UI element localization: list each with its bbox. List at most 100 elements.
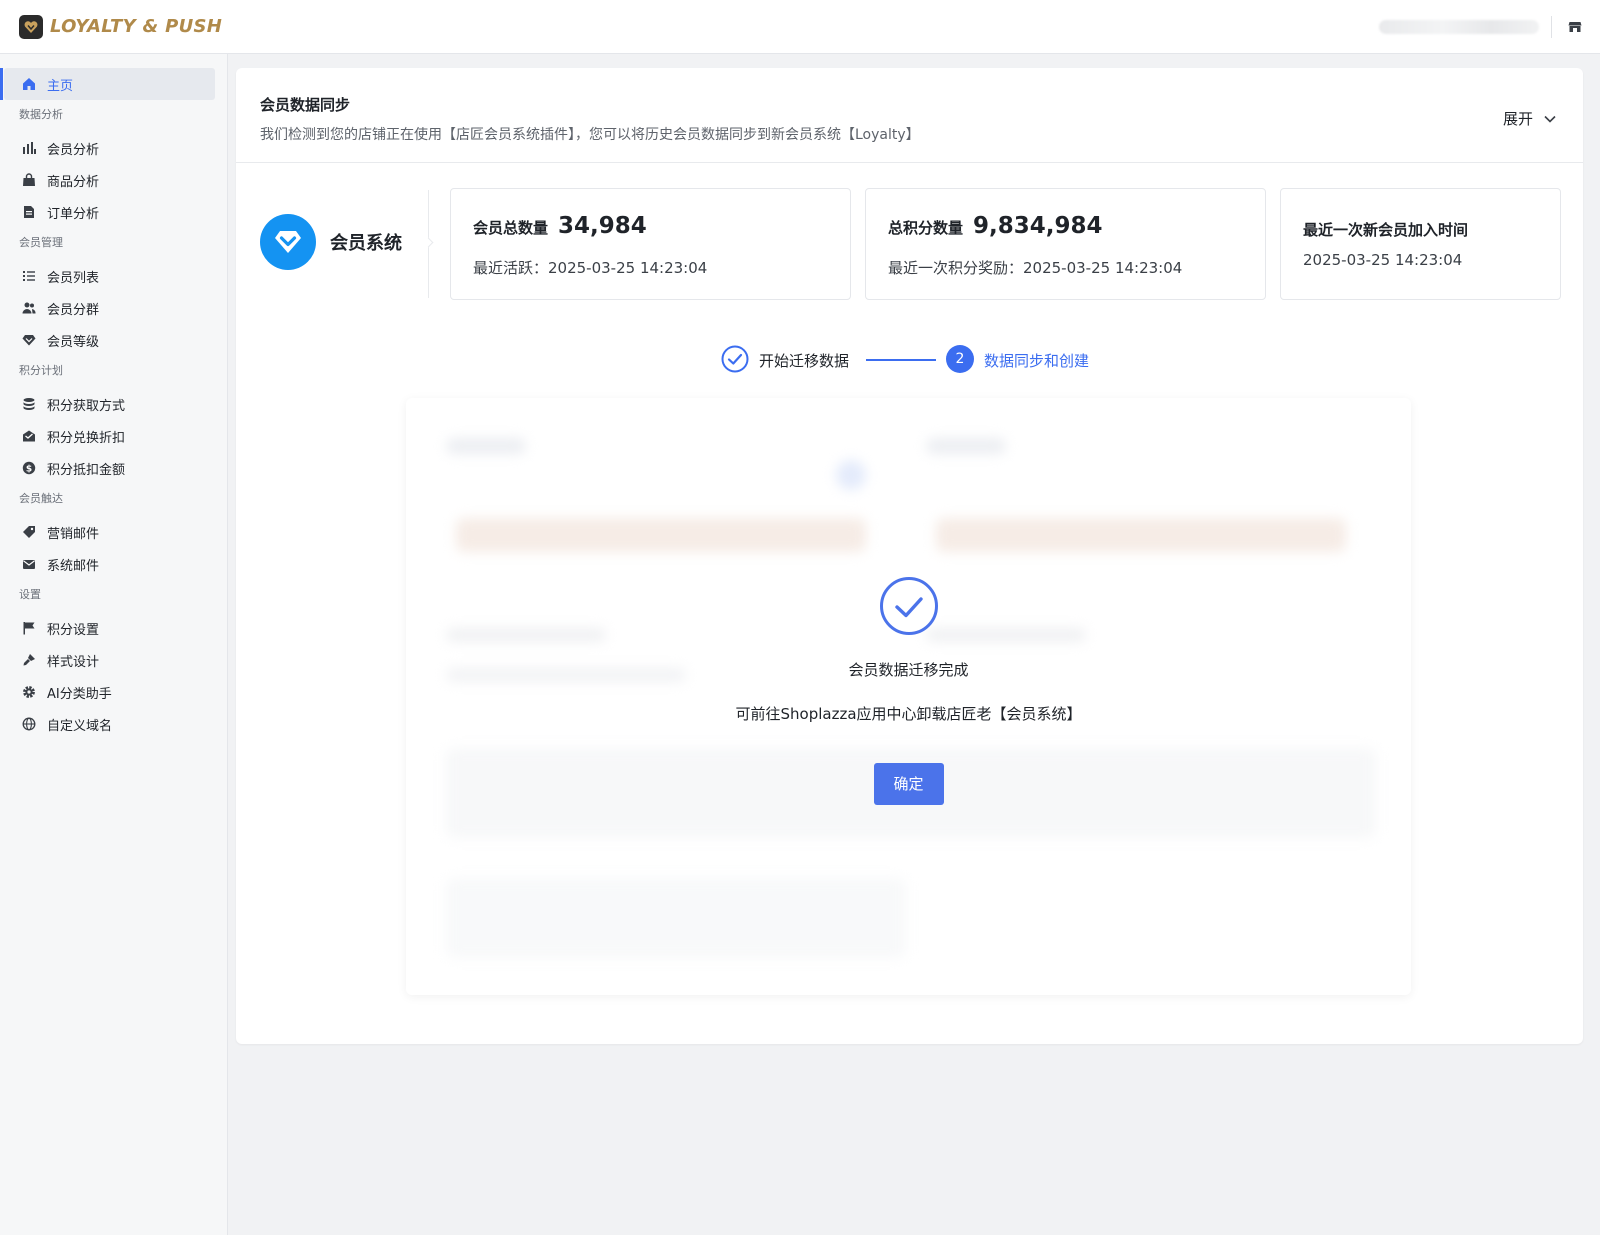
- card-title: 会员数据同步: [260, 96, 351, 114]
- confirm-button[interactable]: 确定: [873, 763, 944, 805]
- stat-subtext: 最近一次积分奖励：2025-03-25 14:23:04: [888, 259, 1183, 277]
- blurred-background: [836, 460, 866, 490]
- stat-card-total-members: 会员总数量 34,984 最近活跃：2025-03-25 14:23:04: [450, 188, 851, 300]
- gear-icon: [21, 684, 37, 700]
- sidebar-item-points-redeem-discount[interactable]: 积分兑换折扣: [4, 420, 215, 452]
- sidebar-item-points-earning[interactable]: 积分获取方式: [4, 388, 215, 420]
- sidebar-item-label: 系统邮件: [47, 558, 100, 574]
- stat-label: 会员总数量: [473, 219, 549, 237]
- step-connector: [866, 359, 936, 361]
- sidebar-section-title: 数据分析: [19, 108, 63, 121]
- mail-open-icon: [21, 428, 37, 444]
- stat-value: 34,984: [558, 213, 647, 239]
- step-2-number: 2: [946, 345, 974, 373]
- sidebar-item-label: 积分获取方式: [47, 398, 126, 414]
- sidebar-item-member-levels[interactable]: 会员等级: [4, 324, 215, 356]
- sidebar-item-label: 会员分群: [47, 302, 100, 318]
- dialog-title: 会员数据迁移完成: [848, 661, 969, 679]
- diamond-icon: [21, 332, 37, 348]
- globe-icon: [21, 716, 37, 732]
- stat-subtext: 最近活跃：2025-03-25 14:23:04: [473, 259, 708, 277]
- expand-toggle[interactable]: 展开: [1503, 108, 1557, 129]
- dollar-icon: $: [21, 460, 37, 476]
- sidebar-item-home[interactable]: 主页: [0, 68, 215, 100]
- sidebar-item-label: 自定义域名: [47, 718, 113, 734]
- card-description: 我们检测到您的店铺正在使用【店匠会员系统插件】，您可以将历史会员数据同步到新会员…: [260, 127, 920, 143]
- sidebar-item-product-analysis[interactable]: 商品分析: [4, 164, 215, 196]
- svg-text:$: $: [26, 464, 32, 474]
- member-system-name: 会员系统: [330, 233, 402, 254]
- sidebar-item-label: 会员分析: [47, 142, 100, 158]
- sidebar-item-label: 积分抵扣金额: [47, 462, 126, 478]
- users-icon: [21, 300, 37, 316]
- account-name-blurred[interactable]: [1379, 19, 1539, 34]
- stat-label: 最近一次新会员加入时间: [1303, 221, 1469, 239]
- brush-icon: [21, 652, 37, 668]
- app-logo-text: LOYALTY & PUSH: [50, 16, 223, 37]
- migration-complete-dialog: 会员数据迁移完成 可前往Shoplazza应用中心卸载店匠老【会员系统】 确定: [406, 398, 1411, 995]
- sidebar-section-title: 会员触达: [19, 492, 63, 505]
- sidebar-item-order-analysis[interactable]: 订单分析: [4, 196, 215, 228]
- sidebar-nav: 主页 数据分析 会员分析 商品分析 订单分析 会员管理 会员列表 会员分群 会员…: [0, 54, 227, 740]
- list-icon: [21, 268, 37, 284]
- sidebar-item-custom-domain[interactable]: 自定义域名: [4, 708, 215, 740]
- blurred-background: [936, 518, 1346, 552]
- home-icon: [21, 76, 37, 92]
- member-sync-card: 会员数据同步 我们检测到您的店铺正在使用【店匠会员系统插件】，您可以将历史会员数…: [236, 68, 1583, 1044]
- sidebar-item-label: 积分设置: [47, 622, 100, 638]
- sidebar-item-system-email[interactable]: 系统邮件: [4, 548, 215, 580]
- sidebar-item-member-analysis[interactable]: 会员分析: [4, 132, 215, 164]
- top-bar: LOYALTY & PUSH: [0, 0, 1600, 54]
- topbar-divider: [1551, 15, 1552, 38]
- database-icon: [21, 396, 37, 412]
- sidebar-item-label: 样式设计: [47, 654, 100, 670]
- brand-divider-arrow: [423, 237, 434, 248]
- step-check-circle-icon: [721, 345, 749, 373]
- step-1-label: 开始迁移数据: [759, 352, 850, 370]
- sidebar-item-label: 营销邮件: [47, 526, 100, 542]
- sidebar-item-points-deduct-amount[interactable]: $ 积分抵扣金额: [4, 452, 215, 484]
- sidebar-item-style-design[interactable]: 样式设计: [4, 644, 215, 676]
- member-system-logo-icon: [260, 214, 316, 270]
- sidebar-section-title: 积分计划: [19, 364, 63, 377]
- stat-label: 总积分数量: [888, 219, 964, 237]
- dialog-message: 可前往Shoplazza应用中心卸载店匠老【会员系统】: [735, 705, 1082, 723]
- stat-card-total-points: 总积分数量 9,834,984 最近一次积分奖励：2025-03-25 14:2…: [865, 188, 1266, 300]
- sidebar-section-title: 会员管理: [19, 236, 63, 249]
- bar-chart-icon: [21, 140, 37, 156]
- dialog-content: 会员数据迁移完成 可前往Shoplazza应用中心卸载店匠老【会员系统】 确定: [406, 576, 1411, 805]
- blurred-background: [446, 438, 526, 454]
- shopping-bag-icon: [21, 172, 37, 188]
- sidebar-item-member-list[interactable]: 会员列表: [4, 260, 215, 292]
- sidebar-item-marketing-email[interactable]: 营销邮件: [4, 516, 215, 548]
- blurred-background: [926, 438, 1006, 454]
- tag-icon: [21, 524, 37, 540]
- sidebar-item-label: 会员列表: [47, 270, 100, 286]
- stat-card-last-member-join: 最近一次新会员加入时间 2025-03-25 14:23:04: [1280, 188, 1561, 300]
- sidebar-item-label: 商品分析: [47, 174, 100, 190]
- sidebar-item-points-settings[interactable]: 积分设置: [4, 612, 215, 644]
- sidebar-item-label: 会员等级: [47, 334, 100, 350]
- sidebar-item-label: 主页: [47, 78, 74, 94]
- sidebar: 主页 数据分析 会员分析 商品分析 订单分析 会员管理 会员列表 会员分群 会员…: [0, 54, 228, 1235]
- mail-icon: [21, 556, 37, 572]
- stat-value: 9,834,984: [973, 213, 1103, 239]
- sidebar-item-label: AI分类助手: [47, 686, 112, 702]
- logo-heart-icon: [19, 14, 43, 39]
- migration-steps: 开始迁移数据 2 数据同步和创建: [236, 344, 1583, 374]
- sidebar-item-label: 订单分析: [47, 206, 100, 222]
- sidebar-item-ai-classifier[interactable]: AI分类助手: [4, 676, 215, 708]
- app-logo[interactable]: LOYALTY & PUSH: [19, 14, 223, 39]
- sidebar-item-member-segments[interactable]: 会员分群: [4, 292, 215, 324]
- blurred-background: [456, 518, 866, 552]
- success-check-circle-icon: [879, 577, 938, 635]
- store-icon[interactable]: [1564, 16, 1586, 38]
- step-2-label: 数据同步和创建: [984, 352, 1090, 370]
- sidebar-section-title: 设置: [19, 588, 41, 601]
- blurred-background: [446, 878, 906, 958]
- stat-subtext: 2025-03-25 14:23:04: [1303, 251, 1463, 269]
- card-header: 会员数据同步 我们检测到您的店铺正在使用【店匠会员系统插件】，您可以将历史会员数…: [236, 68, 1583, 163]
- expand-label: 展开: [1502, 110, 1533, 128]
- document-icon: [21, 204, 37, 220]
- chevron-down-icon: [1544, 115, 1556, 123]
